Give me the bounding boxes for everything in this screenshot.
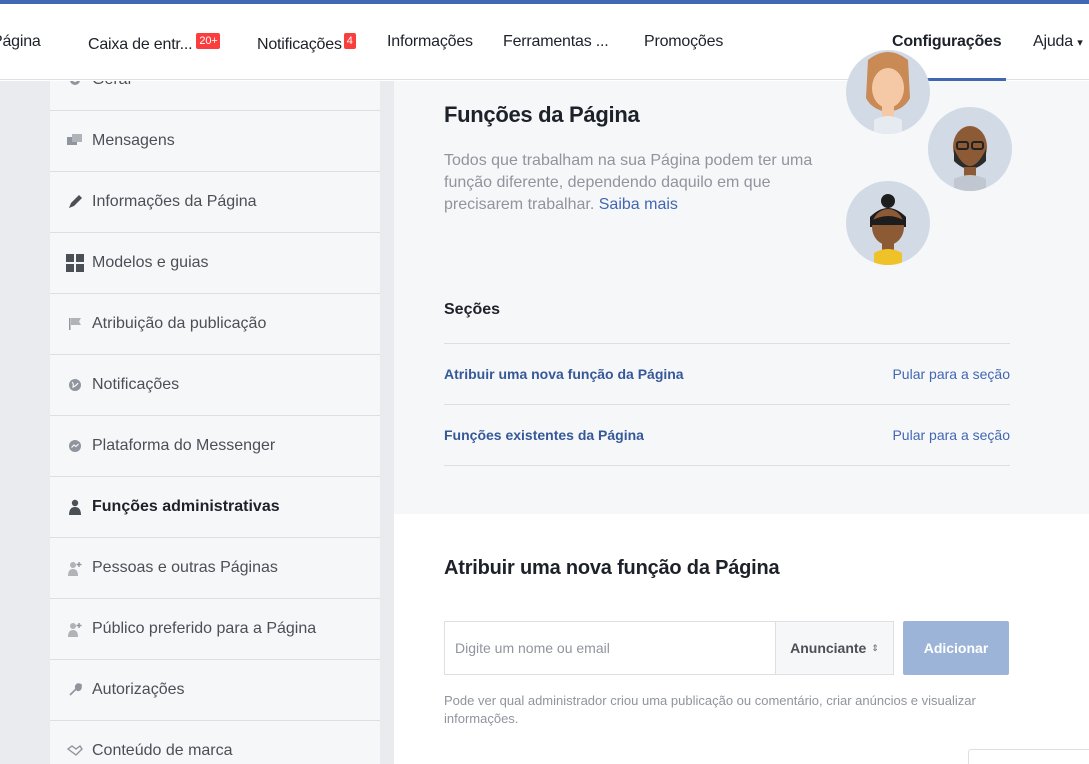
sections-heading: Seções <box>444 301 501 318</box>
messages-icon <box>64 131 86 151</box>
left-gutter <box>0 81 50 764</box>
sidebar-item-notificacoes[interactable]: Notificações <box>50 355 380 416</box>
sidebar-item-conteudo-marca[interactable]: Conteúdo de marca <box>50 721 380 764</box>
jump-to-section-link[interactable]: Pular para a seção <box>892 366 1010 382</box>
assign-role-heading: Atribuir uma nova função da Página <box>444 557 780 579</box>
avatar-illustration-woman-dark <box>846 181 930 265</box>
sidebar-item-label: Notificações <box>92 376 180 393</box>
sidebar-item-publico[interactable]: Público preferido para a Página <box>50 599 380 660</box>
role-help-text: Pode ver qual administrador criou uma pu… <box>444 693 976 726</box>
tab-notifications[interactable]: Notificações 4 <box>257 33 356 54</box>
tab-pagina[interactable]: Página <box>0 33 41 51</box>
tab-notifications-label: Notificações <box>257 36 342 53</box>
sidebar-item-label: Geral <box>92 81 131 89</box>
sidebar-item-mensagens[interactable]: Mensagens <box>50 111 380 172</box>
name-or-email-input[interactable]: Digite um nome ou email <box>444 621 775 675</box>
updown-caret-icon: ⇕ <box>871 642 879 653</box>
sidebar-item-label: Informações da Página <box>92 193 257 210</box>
sidebar-item-informacoes[interactable]: Informações da Página <box>50 172 380 233</box>
tab-inbox[interactable]: Caixa de entr... 20+ <box>88 33 221 54</box>
center-gutter <box>380 81 394 764</box>
sidebar-item-modelos[interactable]: Modelos e guias <box>50 233 380 294</box>
tab-insights[interactable]: Informações <box>387 33 473 51</box>
role-select[interactable]: Anunciante ⇕ <box>775 621 894 675</box>
pencil-icon <box>64 192 86 212</box>
learn-more-link[interactable]: Saiba mais <box>599 196 678 213</box>
sidebar-item-label: Autorizações <box>92 681 185 698</box>
help-caret-icon: ▾ <box>1077 37 1083 49</box>
handshake-icon <box>64 741 86 761</box>
gear-icon <box>64 81 86 90</box>
tab-tools[interactable]: Ferramentas ... <box>503 33 609 51</box>
tab-inbox-label: Caixa de entr... <box>88 36 193 53</box>
sidebar-item-label: Conteúdo de marca <box>92 742 233 759</box>
avatar-illustration-woman-light <box>846 50 930 134</box>
inbox-badge: 20+ <box>196 33 221 49</box>
section-link-existing-roles[interactable]: Funções existentes da Página <box>444 427 644 443</box>
wrench-icon <box>64 680 86 700</box>
section-row-assign: Atribuir uma nova função da Página Pular… <box>444 343 1010 404</box>
grid-icon <box>64 253 86 273</box>
sidebar-item-messenger[interactable]: Plataforma do Messenger <box>50 416 380 477</box>
flag-icon <box>64 314 86 334</box>
tab-settings[interactable]: Configurações <box>892 33 1002 51</box>
section-link-assign-role[interactable]: Atribuir uma nova função da Página <box>444 366 684 382</box>
add-role-button[interactable]: Adicionar <box>903 621 1009 675</box>
person-plus-icon <box>64 558 86 578</box>
person-icon <box>64 497 86 517</box>
tab-help[interactable]: Ajuda ▾ <box>1033 33 1083 51</box>
role-select-value: Anunciante <box>790 640 867 656</box>
sidebar-item-autorizacoes[interactable]: Autorizações <box>50 660 380 721</box>
name-or-email-placeholder: Digite um nome ou email <box>455 640 610 656</box>
notifications-badge: 4 <box>343 33 356 49</box>
sections-divider <box>444 465 1010 466</box>
sidebar-item-label: Mensagens <box>92 132 175 149</box>
messenger-icon <box>64 436 86 456</box>
chat-tab-edge[interactable] <box>968 749 1089 764</box>
sidebar-item-label: Plataforma do Messenger <box>92 437 276 454</box>
sidebar-item-geral[interactable]: Geral <box>50 81 380 111</box>
sidebar-item-label: Pessoas e outras Páginas <box>92 559 278 576</box>
sidebar-item-atribuicao[interactable]: Atribuição da publicação <box>50 294 380 355</box>
tab-help-label: Ajuda <box>1033 33 1073 50</box>
settings-sidebar: Geral Mensagens Informações da Página Mo… <box>50 81 380 764</box>
sidebar-item-pessoas[interactable]: Pessoas e outras Páginas <box>50 538 380 599</box>
section-row-existing: Funções existentes da Página Pular para … <box>444 404 1010 465</box>
page-title: Funções da Página <box>444 102 640 127</box>
sidebar-item-label: Atribuição da publicação <box>92 315 267 332</box>
roles-description: Todos que trabalham na sua Página podem … <box>444 150 834 216</box>
avatar-illustration-man-glasses <box>928 107 1012 191</box>
tab-promotions[interactable]: Promoções <box>644 33 723 51</box>
sidebar-item-funcoes-administrativas[interactable]: Funções administrativas <box>50 477 380 538</box>
sidebar-item-label: Modelos e guias <box>92 254 209 271</box>
sidebar-item-label: Público preferido para a Página <box>92 620 317 637</box>
globe-icon <box>64 375 86 395</box>
person-plus-icon <box>64 619 86 639</box>
sidebar-item-label: Funções administrativas <box>92 498 280 515</box>
jump-to-section-link[interactable]: Pular para a seção <box>892 427 1010 443</box>
page-tabs-bar: Página Caixa de entr...20+ Notificações4… <box>0 4 1089 81</box>
